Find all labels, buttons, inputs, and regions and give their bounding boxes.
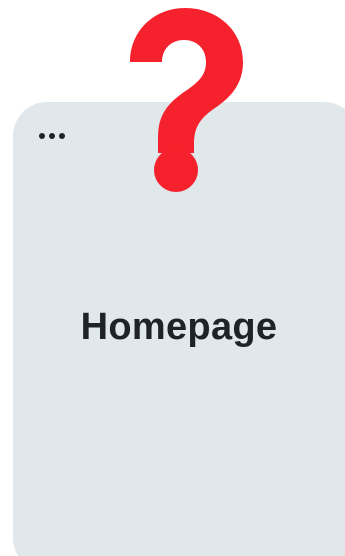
- page-title: Homepage: [80, 306, 278, 348]
- more-horizontal-icon: [59, 133, 65, 139]
- more-horizontal-icon: [49, 133, 55, 139]
- more-options-button[interactable]: [39, 126, 79, 146]
- screen: Homepage: [0, 0, 345, 556]
- more-horizontal-icon: [39, 133, 45, 139]
- question-mark-icon: [130, 8, 243, 192]
